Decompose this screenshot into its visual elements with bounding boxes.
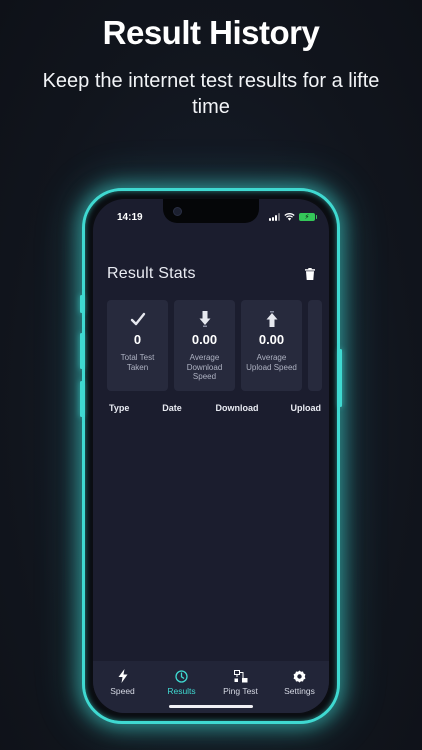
stat-value: 0.00 bbox=[191, 332, 218, 347]
tab-label: Results bbox=[167, 686, 196, 696]
tab-results[interactable]: Results bbox=[152, 669, 211, 696]
tab-label: Settings bbox=[284, 686, 315, 696]
gear-icon bbox=[293, 670, 306, 682]
stat-card-total-tests: 0 Total Test Taken bbox=[107, 300, 168, 391]
page-title: Result Stats bbox=[107, 265, 196, 282]
column-header-download: Download bbox=[215, 403, 259, 413]
battery-charging-icon: ⚡ bbox=[299, 213, 317, 221]
tab-settings[interactable]: Settings bbox=[270, 669, 329, 696]
wifi-icon bbox=[284, 213, 295, 221]
delete-history-button[interactable] bbox=[303, 266, 317, 282]
promo-subline: Keep the internet test results for a lif… bbox=[42, 70, 380, 118]
results-table-header: Type Date Download Upload bbox=[109, 403, 321, 413]
upload-arrow-icon bbox=[266, 311, 277, 327]
tab-label: Speed bbox=[110, 686, 135, 696]
stat-label: Average Download Speed bbox=[186, 353, 223, 381]
stat-value: 0 bbox=[133, 332, 142, 347]
trash-icon bbox=[305, 268, 315, 280]
status-icons: ⚡ bbox=[269, 213, 317, 221]
cellular-signal-icon bbox=[269, 213, 280, 221]
phone-power-button bbox=[339, 349, 342, 407]
phone-frame: 14:19 ⚡ Result Stats 0 Total Test Taken … bbox=[80, 188, 342, 724]
stat-label: Average Upload Speed bbox=[246, 353, 297, 372]
front-camera bbox=[173, 207, 182, 216]
phone-notch bbox=[163, 199, 259, 223]
phone-volume-up-button bbox=[80, 333, 83, 369]
stats-cards: 0 Total Test Taken 0.00 Average Download… bbox=[107, 300, 322, 391]
stat-card-avg-download: 0.00 Average Download Speed bbox=[174, 300, 235, 391]
tab-speed[interactable]: Speed bbox=[93, 669, 152, 696]
clock-icon bbox=[175, 669, 188, 683]
promo-page: Result History Keep the internet test re… bbox=[0, 0, 422, 750]
column-header-type: Type bbox=[109, 403, 130, 413]
network-icon bbox=[233, 669, 247, 682]
download-arrow-icon bbox=[199, 311, 210, 327]
tab-label: Ping Test bbox=[223, 686, 258, 696]
column-header-upload: Upload bbox=[290, 403, 322, 413]
app-screen: 14:19 ⚡ Result Stats 0 Total Test Taken … bbox=[93, 199, 329, 713]
phone-mute-switch bbox=[80, 295, 83, 313]
phone-volume-down-button bbox=[80, 381, 83, 417]
stat-value: 0.00 bbox=[258, 332, 285, 347]
promo-headline: Result History bbox=[102, 14, 320, 51]
column-header-date: Date bbox=[162, 403, 182, 413]
stat-card-avg-upload: 0.00 Average Upload Speed bbox=[241, 300, 302, 391]
tab-ping-test[interactable]: Ping Test bbox=[211, 669, 270, 696]
status-time: 14:19 bbox=[117, 212, 143, 223]
lightning-icon bbox=[118, 669, 127, 683]
stat-card-partial bbox=[308, 300, 322, 391]
checkmark-icon bbox=[130, 312, 145, 326]
stat-label: Total Test Taken bbox=[120, 353, 155, 372]
home-indicator bbox=[169, 705, 253, 708]
